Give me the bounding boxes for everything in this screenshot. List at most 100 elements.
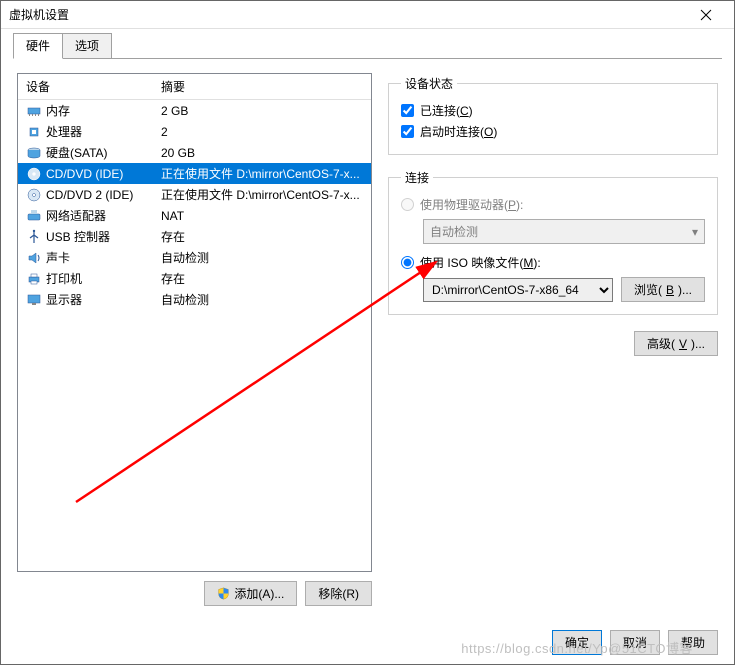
physical-drive-label: 使用物理驱动器(P):	[420, 196, 523, 213]
cd-icon	[26, 166, 42, 182]
device-name: CD/DVD 2 (IDE)	[46, 188, 133, 202]
device-summary: 自动检测	[161, 249, 363, 266]
header-summary: 摘要	[153, 74, 371, 99]
iso-radio-row[interactable]: 使用 ISO 映像文件(M):	[401, 252, 705, 273]
device-status-legend: 设备状态	[401, 75, 457, 92]
device-cell: 处理器	[26, 123, 161, 140]
window-title: 虚拟机设置	[9, 6, 686, 23]
device-cell: 内存	[26, 102, 161, 119]
sound-icon	[26, 250, 42, 266]
device-name: 打印机	[46, 270, 82, 287]
iso-path-row: D:\mirror\CentOS-7-x86_64 浏览(B)...	[423, 277, 705, 302]
close-icon	[698, 7, 714, 23]
device-summary: 存在	[161, 228, 363, 245]
physical-drive-dropdown: 自动检测 ▾	[423, 219, 705, 244]
device-list-buttons: 添加(A)... 移除(R)	[17, 572, 372, 614]
device-name: 声卡	[46, 249, 70, 266]
ok-button[interactable]: 确定	[552, 630, 602, 655]
physical-drive-dropdown-wrap: 自动检测 ▾	[423, 219, 705, 244]
header-device: 设备	[18, 74, 153, 99]
usb-icon	[26, 229, 42, 245]
connected-label: 已连接(C)	[420, 102, 473, 119]
connect-at-power-label: 启动时连接(O)	[420, 123, 497, 140]
device-summary: 正在使用文件 D:\mirror\CentOS-7-x...	[161, 186, 363, 203]
cd-icon	[26, 187, 42, 203]
device-summary: NAT	[161, 209, 363, 223]
advanced-button[interactable]: 高级(V)...	[634, 331, 718, 356]
vm-settings-dialog: 虚拟机设置 硬件 选项 设备 摘要 内存 2 GB 处理器 2 硬盘(SATA) 20 G…	[0, 0, 735, 665]
device-cell: 硬盘(SATA)	[26, 144, 161, 161]
device-cell: 网络适配器	[26, 207, 161, 224]
connect-at-power-checkbox[interactable]	[401, 125, 414, 138]
device-row[interactable]: 硬盘(SATA) 20 GB	[18, 142, 371, 163]
advanced-row: 高级(V)...	[388, 331, 718, 356]
connected-checkbox-row[interactable]: 已连接(C)	[401, 100, 705, 121]
device-row[interactable]: 网络适配器 NAT	[18, 205, 371, 226]
device-summary: 自动检测	[161, 291, 363, 308]
device-cell: 显示器	[26, 291, 161, 308]
device-name: 硬盘(SATA)	[46, 144, 108, 161]
device-row[interactable]: CD/DVD (IDE) 正在使用文件 D:\mirror\CentOS-7-x.…	[18, 163, 371, 184]
display-icon	[26, 292, 42, 308]
footer: 确定 取消 帮助	[1, 620, 734, 664]
device-name: USB 控制器	[46, 228, 110, 245]
device-list-body[interactable]: 内存 2 GB 处理器 2 硬盘(SATA) 20 GB CD/DVD (IDE) 正在使用文…	[18, 100, 371, 571]
device-summary: 存在	[161, 270, 363, 287]
physical-drive-radio-row[interactable]: 使用物理驱动器(P):	[401, 194, 705, 215]
device-name: 内存	[46, 102, 70, 119]
device-summary: 2 GB	[161, 104, 363, 118]
tab-options[interactable]: 选项	[62, 33, 112, 58]
net-icon	[26, 208, 42, 224]
help-button[interactable]: 帮助	[668, 630, 718, 655]
chevron-down-icon: ▾	[692, 225, 698, 239]
device-list: 设备 摘要 内存 2 GB 处理器 2 硬盘(SATA) 20 GB CD/DVD (IDE…	[17, 73, 372, 572]
connection-legend: 连接	[401, 169, 433, 186]
add-device-button[interactable]: 添加(A)...	[204, 581, 297, 606]
content-area: 硬件 选项 设备 摘要 内存 2 GB 处理器 2 硬盘(SATA) 20 GB CD/DV…	[1, 29, 734, 620]
main-area: 设备 摘要 内存 2 GB 处理器 2 硬盘(SATA) 20 GB CD/DVD (IDE…	[13, 59, 722, 620]
browse-button[interactable]: 浏览(B)...	[621, 277, 705, 302]
device-row[interactable]: CD/DVD 2 (IDE) 正在使用文件 D:\mirror\CentOS-7-…	[18, 184, 371, 205]
device-row[interactable]: USB 控制器 存在	[18, 226, 371, 247]
physical-drive-value: 自动检测	[430, 223, 478, 240]
printer-icon	[26, 271, 42, 287]
device-cell: 声卡	[26, 249, 161, 266]
memory-icon	[26, 103, 42, 119]
disk-icon	[26, 145, 42, 161]
device-summary: 20 GB	[161, 146, 363, 160]
device-cell: 打印机	[26, 270, 161, 287]
right-column: 设备状态 已连接(C) 启动时连接(O) 连接 使用物理驱动器(P):	[388, 73, 718, 614]
iso-radio[interactable]	[401, 256, 414, 269]
connect-at-power-checkbox-row[interactable]: 启动时连接(O)	[401, 121, 705, 142]
cpu-icon	[26, 124, 42, 140]
device-row[interactable]: 声卡 自动检测	[18, 247, 371, 268]
titlebar: 虚拟机设置	[1, 1, 734, 29]
device-row[interactable]: 显示器 自动检测	[18, 289, 371, 310]
connected-checkbox[interactable]	[401, 104, 414, 117]
add-button-label: 添加(A)...	[234, 585, 284, 602]
device-summary: 2	[161, 125, 363, 139]
remove-device-button[interactable]: 移除(R)	[305, 581, 372, 606]
tabs: 硬件 选项	[13, 37, 722, 59]
device-name: 显示器	[46, 291, 82, 308]
device-row[interactable]: 内存 2 GB	[18, 100, 371, 121]
iso-radio-label: 使用 ISO 映像文件(M):	[420, 254, 541, 271]
device-cell: CD/DVD (IDE)	[26, 166, 161, 182]
device-cell: CD/DVD 2 (IDE)	[26, 187, 161, 203]
physical-drive-radio[interactable]	[401, 198, 414, 211]
tab-hardware[interactable]: 硬件	[13, 33, 63, 59]
device-name: 网络适配器	[46, 207, 106, 224]
device-row[interactable]: 打印机 存在	[18, 268, 371, 289]
device-cell: USB 控制器	[26, 228, 161, 245]
connection-group: 连接 使用物理驱动器(P): 自动检测 ▾ 使用 ISO 映像文件(M):	[388, 169, 718, 315]
device-name: CD/DVD (IDE)	[46, 167, 123, 181]
device-row[interactable]: 处理器 2	[18, 121, 371, 142]
iso-path-select[interactable]: D:\mirror\CentOS-7-x86_64	[423, 278, 613, 302]
cancel-button[interactable]: 取消	[610, 630, 660, 655]
device-status-group: 设备状态 已连接(C) 启动时连接(O)	[388, 75, 718, 155]
left-column: 设备 摘要 内存 2 GB 处理器 2 硬盘(SATA) 20 GB CD/DVD (IDE…	[17, 73, 372, 614]
device-summary: 正在使用文件 D:\mirror\CentOS-7-x...	[161, 165, 363, 182]
uac-shield-icon	[217, 587, 230, 600]
device-name: 处理器	[46, 123, 82, 140]
close-button[interactable]	[686, 2, 726, 28]
